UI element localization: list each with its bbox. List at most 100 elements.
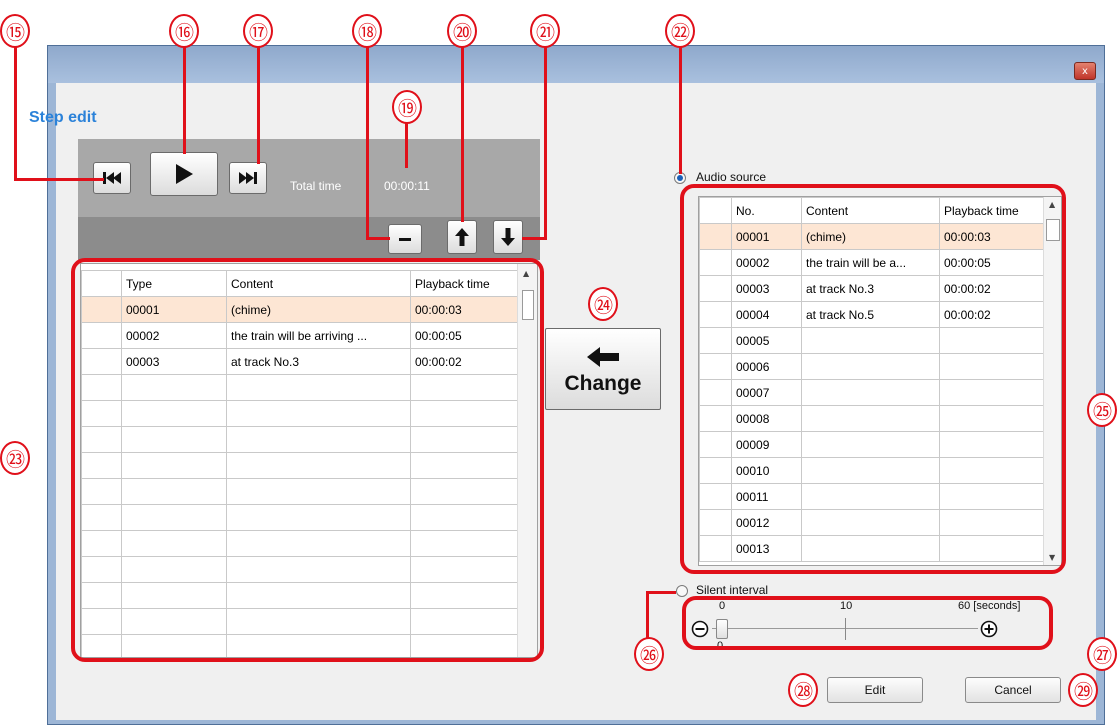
table-row[interactable] bbox=[81, 634, 518, 657]
table-row[interactable] bbox=[81, 374, 518, 401]
table-row[interactable] bbox=[81, 426, 518, 453]
skip-forward-button[interactable] bbox=[229, 162, 267, 194]
playback-toolbar bbox=[78, 139, 540, 217]
skip-back-icon bbox=[103, 172, 121, 184]
scroll-down-icon[interactable]: ▼ bbox=[1049, 553, 1055, 562]
plus-circle-icon bbox=[980, 620, 998, 638]
column-header-type[interactable]: Type bbox=[121, 270, 227, 297]
cell-content: the train will be arriving ... bbox=[226, 322, 411, 349]
table-row[interactable]: 00002 the train will be a... 00:00:05 bbox=[699, 249, 1044, 276]
table-row[interactable] bbox=[81, 582, 518, 609]
table-row[interactable] bbox=[81, 608, 518, 635]
column-header-playback-time[interactable]: Playback time bbox=[939, 197, 1044, 224]
table-row[interactable]: 00003 at track No.3 00:00:02 bbox=[81, 348, 518, 375]
callout-26: ㉖ bbox=[634, 637, 664, 671]
cell-content: at track No.3 bbox=[226, 348, 411, 375]
skip-forward-icon bbox=[239, 172, 257, 184]
cell-type: 00002 bbox=[121, 322, 227, 349]
row-indicator-header bbox=[81, 270, 122, 297]
table-row[interactable]: 00013 bbox=[699, 535, 1044, 562]
table-row[interactable]: 00006 bbox=[699, 353, 1044, 380]
cell-playback-time: 00:00:03 bbox=[410, 296, 518, 323]
table-row[interactable]: 00007 bbox=[699, 379, 1044, 406]
close-button[interactable]: x bbox=[1074, 62, 1096, 80]
table-row[interactable]: 00001 (chime) 00:00:03 bbox=[81, 296, 518, 323]
cell-type: 00003 bbox=[121, 348, 227, 375]
decrease-button[interactable] bbox=[691, 620, 709, 638]
increase-button[interactable] bbox=[980, 620, 998, 638]
slider-scale-mid: 10 bbox=[840, 600, 853, 612]
table-row[interactable]: 00010 bbox=[699, 457, 1044, 484]
callout-25: ㉕ bbox=[1087, 393, 1117, 427]
cell-type: 00001 bbox=[121, 296, 227, 323]
total-time-label: Total time bbox=[290, 179, 342, 193]
audio-source-scrollbar[interactable]: ▲ ▼ bbox=[1043, 197, 1061, 565]
scroll-thumb[interactable] bbox=[1046, 219, 1060, 241]
table-row[interactable]: 00008 bbox=[699, 405, 1044, 432]
column-header-playback-time[interactable]: Playback time bbox=[410, 270, 518, 297]
callout-19: ⑲ bbox=[392, 90, 422, 124]
table-row[interactable] bbox=[81, 504, 518, 531]
move-down-button[interactable] bbox=[493, 220, 523, 254]
slider-tick bbox=[845, 618, 846, 640]
arrow-left-icon bbox=[587, 347, 619, 367]
cell-playback-time: 00:00:05 bbox=[410, 322, 518, 349]
callout-15: ⑮ bbox=[0, 14, 30, 48]
column-header-no[interactable]: No. bbox=[731, 197, 802, 224]
callout-24: ㉔ bbox=[588, 287, 618, 321]
slider-current-value: 0 bbox=[717, 640, 724, 652]
scroll-up-icon[interactable]: ▲ bbox=[1049, 200, 1055, 209]
callout-28: ㉘ bbox=[788, 673, 818, 707]
remove-button[interactable] bbox=[388, 224, 422, 254]
table-row[interactable]: 00004 at track No.5 00:00:02 bbox=[699, 301, 1044, 328]
column-header-content[interactable]: Content bbox=[226, 270, 411, 297]
table-row[interactable]: 00011 bbox=[699, 483, 1044, 510]
scroll-up-icon[interactable]: ▲ bbox=[523, 269, 529, 278]
step-list-header: Type Content Playback time bbox=[81, 270, 518, 297]
table-row[interactable]: 00003 at track No.3 00:00:02 bbox=[699, 275, 1044, 302]
move-up-button[interactable] bbox=[447, 220, 477, 254]
table-row[interactable] bbox=[81, 452, 518, 479]
callout-27: ㉗ bbox=[1087, 637, 1117, 671]
table-row[interactable] bbox=[81, 530, 518, 557]
arrow-up-icon bbox=[455, 228, 469, 246]
close-icon: x bbox=[1082, 65, 1088, 77]
play-button[interactable] bbox=[150, 152, 218, 196]
table-row[interactable] bbox=[81, 478, 518, 505]
slider-scale-max: 60 [seconds] bbox=[958, 600, 1021, 612]
arrow-down-icon bbox=[501, 228, 515, 246]
cell-playback-time: 00:00:02 bbox=[410, 348, 518, 375]
title-bar: x bbox=[48, 46, 1104, 83]
table-row[interactable] bbox=[81, 400, 518, 427]
table-row[interactable]: 00009 bbox=[699, 431, 1044, 458]
slider-thumb[interactable] bbox=[716, 619, 728, 639]
callout-29: ㉙ bbox=[1068, 673, 1098, 707]
table-row[interactable] bbox=[81, 556, 518, 583]
step-edit-title: Step edit bbox=[29, 109, 97, 126]
table-row[interactable]: 00001 (chime) 00:00:03 bbox=[699, 223, 1044, 250]
audio-source-header: No. Content Playback time bbox=[699, 197, 1044, 224]
change-button-label: Change bbox=[564, 372, 642, 395]
callout-22: ㉒ bbox=[665, 14, 695, 48]
change-button[interactable]: Change bbox=[545, 328, 661, 410]
audio-source-grid[interactable]: No. Content Playback time 00001 (chime) 00… bbox=[698, 196, 1062, 566]
edit-button[interactable]: Edit bbox=[827, 677, 923, 703]
step-list-grid[interactable]: Type Content Playback time 00001 (chime)… bbox=[80, 263, 538, 658]
table-row[interactable]: 00002 the train will be arriving ... 00:… bbox=[81, 322, 518, 349]
play-icon bbox=[176, 164, 193, 184]
step-list-scrollbar[interactable]: ▲ bbox=[517, 264, 537, 657]
scroll-thumb[interactable] bbox=[522, 290, 534, 320]
table-row[interactable]: 00012 bbox=[699, 509, 1044, 536]
callout-16: ⑯ bbox=[169, 14, 199, 48]
table-row[interactable]: 00005 bbox=[699, 327, 1044, 354]
total-time-value: 00:00:11 bbox=[384, 179, 430, 193]
cancel-button[interactable]: Cancel bbox=[965, 677, 1061, 703]
audio-source-table: No. Content Playback time 00001 (chime) 00… bbox=[699, 197, 1044, 562]
callout-20: ⑳ bbox=[447, 14, 477, 48]
step-list-table: Type Content Playback time 00001 (chime)… bbox=[81, 270, 518, 657]
silent-interval-label: Silent interval bbox=[696, 583, 769, 597]
silent-interval-radio[interactable] bbox=[676, 585, 688, 597]
column-header-content[interactable]: Content bbox=[801, 197, 940, 224]
callout-23: ㉓ bbox=[0, 441, 30, 475]
minus-circle-icon bbox=[691, 620, 709, 638]
